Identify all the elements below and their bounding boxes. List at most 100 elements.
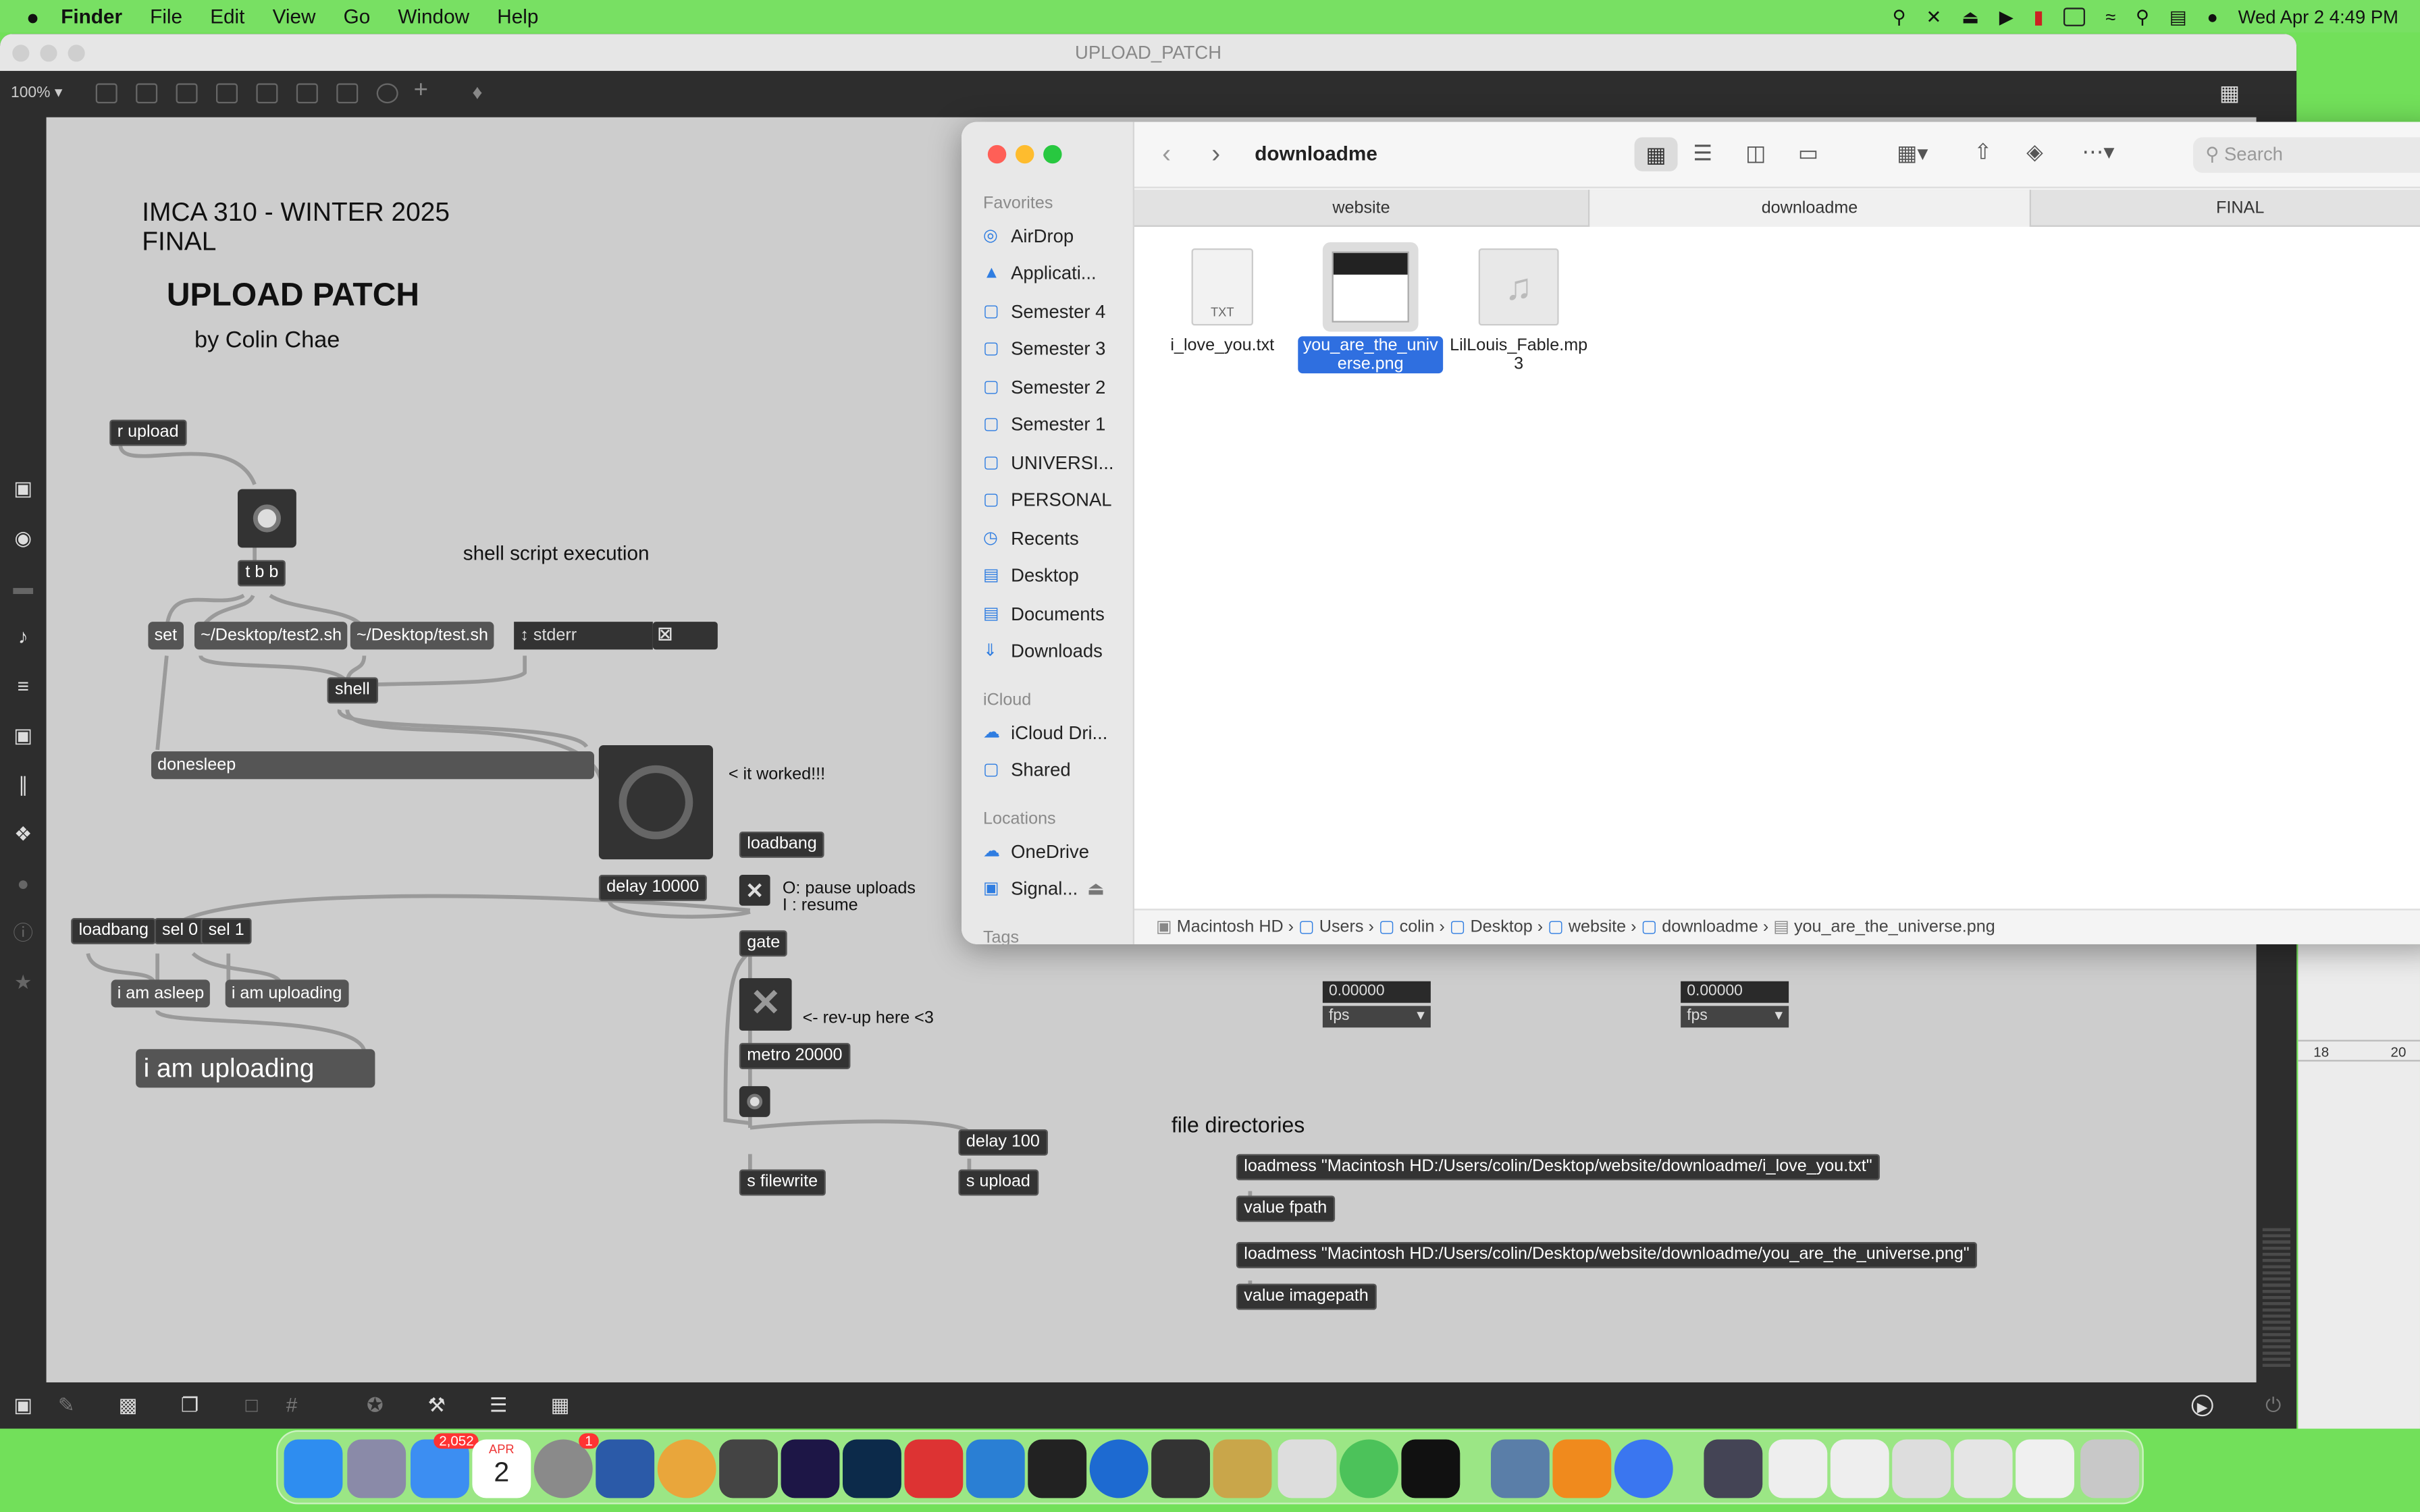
paint-icon[interactable]: ♦ [472, 80, 482, 103]
msg-i-am-uploading[interactable]: i am uploading [225, 979, 348, 1008]
group-icon[interactable]: ▦▾ [1897, 140, 1928, 167]
sliders-icon[interactable]: ≡ [12, 675, 34, 697]
path-item[interactable]: website [1569, 918, 1626, 936]
dock-window-thumb[interactable] [1704, 1439, 1763, 1498]
obj-sel-0[interactable]: sel 0 [154, 917, 206, 944]
flask-icon[interactable]: ⚲ [1893, 5, 1906, 27]
number-box[interactable]: 0.00000 [1681, 981, 1789, 1003]
sidebar-item-applications[interactable]: ▲ Applicati... [983, 263, 1097, 284]
grid-icon[interactable]: ▦ [2219, 80, 2240, 107]
windows-icon[interactable]: ❐ [179, 1394, 201, 1416]
sidebar-item-icloud-drive[interactable]: ☁ iCloud Dri... [983, 722, 1107, 744]
target-icon[interactable]: ◉ [12, 527, 34, 549]
tag-icon[interactable]: ◈ [2026, 139, 2043, 165]
presentation-icon[interactable]: ▩ [117, 1394, 139, 1416]
file-item-selected[interactable]: you_are_the_univ erse.png [1296, 242, 1444, 374]
dock-zotero-icon[interactable] [904, 1439, 964, 1498]
obj-r-upload[interactable]: r upload [109, 419, 187, 446]
mute-icon[interactable]: ✕ [1926, 5, 1941, 27]
sidebar-item-semester-1[interactable]: ▢ Semester 1 [983, 414, 1105, 435]
share-icon[interactable]: ⇧ [1974, 139, 1992, 165]
obj-delay-10000[interactable]: delay 10000 [598, 874, 707, 901]
tab-final[interactable]: FINAL [2031, 190, 2420, 227]
toggle-stderr[interactable]: ☒ [652, 622, 718, 650]
big-bang-indicator[interactable] [598, 745, 713, 860]
dock-textedit-icon[interactable] [1278, 1439, 1337, 1498]
fps-menu[interactable]: fps ▾ [1681, 1006, 1789, 1028]
tool-icon[interactable] [176, 83, 198, 104]
dock-audacity-icon[interactable] [1089, 1439, 1149, 1498]
tool-icon[interactable] [256, 83, 278, 104]
dock-chrome-icon[interactable] [657, 1439, 716, 1498]
grid-icon[interactable]: # [281, 1394, 302, 1416]
zoom-menu[interactable]: 100% ▾ [11, 85, 62, 102]
dock-unity-icon[interactable] [1028, 1439, 1087, 1498]
tool-icon[interactable] [296, 83, 318, 104]
msg-test2[interactable]: ~/Desktop/test2.sh [194, 622, 348, 650]
audio-play-icon[interactable]: ▶ [2191, 1395, 2213, 1417]
sidebar-item-personal[interactable]: ▢ PERSONAL [983, 489, 1112, 511]
lock-icon[interactable]: ▣ [12, 1394, 34, 1416]
dock-finder-icon[interactable] [284, 1439, 343, 1498]
dock-photoshop-icon[interactable] [842, 1439, 901, 1498]
sidebar-item-signal[interactable]: ▣ Signal... ⏏ [983, 878, 1105, 900]
msg-i-am-asleep[interactable]: i am asleep [111, 979, 211, 1008]
menu-go[interactable]: Go [344, 5, 371, 28]
obj-loadbang-gate[interactable]: loadbang [739, 831, 825, 858]
path-item[interactable]: you_are_the_universe.png [1794, 918, 1995, 936]
umenu-stderr[interactable]: ↕ stderr [514, 622, 653, 650]
sidebar-item-university[interactable]: ▢ UNIVERSI... [983, 452, 1114, 474]
plugin-icon[interactable]: ● [12, 873, 34, 895]
obj-value-fpath[interactable]: value fpath [1236, 1195, 1335, 1222]
dock-calendar-icon[interactable]: APR 2 [472, 1439, 531, 1498]
column-view-icon[interactable]: ◫ [1745, 140, 1766, 167]
sidebar-item-airdrop[interactable]: ◎ AirDrop [983, 225, 1074, 247]
cube-icon[interactable]: ▣ [12, 477, 34, 500]
image-icon[interactable]: ▣ [12, 724, 34, 747]
control-center-icon[interactable]: ▤ [2169, 5, 2187, 27]
clock-text[interactable]: Wed Apr 2 4:49 PM [2238, 5, 2398, 27]
dock-messages-icon[interactable] [1339, 1439, 1398, 1498]
bang-button[interactable] [237, 489, 296, 548]
obj-gate[interactable]: gate [739, 930, 788, 957]
flag-icon[interactable]: ▮ [2034, 5, 2044, 27]
list-view-icon[interactable]: ☰ [1693, 140, 1712, 167]
obj-s-upload[interactable]: s upload [958, 1169, 1038, 1196]
number-box[interactable]: 0.00000 [1322, 981, 1431, 1003]
dock-settings-icon[interactable]: 1 [533, 1433, 599, 1498]
apple-icon[interactable]: ● [26, 4, 39, 29]
menu-app-name[interactable]: Finder [61, 5, 122, 28]
zoom-button[interactable] [1043, 144, 1062, 164]
paperclip-icon[interactable]: ∥ [12, 774, 34, 796]
sidebar-item-onedrive[interactable]: ☁ OneDrive [983, 841, 1089, 863]
finder-content[interactable]: TXT i_love_you.txt you_are_the_univ erse.… [1134, 226, 2420, 909]
plus-icon[interactable]: + [414, 77, 428, 105]
sidebar-item-semester-2[interactable]: ▢ Semester 2 [983, 377, 1105, 398]
dock-window-thumb[interactable] [1768, 1439, 1828, 1498]
dock-vlc-icon[interactable] [1552, 1439, 1612, 1498]
tool-icon[interactable] [95, 83, 117, 104]
wrench-icon[interactable]: ⚒ [426, 1394, 448, 1416]
dock-premiere-icon[interactable] [781, 1439, 840, 1498]
dock-window-thumb[interactable] [1892, 1439, 1951, 1498]
menu-file[interactable]: File [150, 5, 182, 28]
menu-view[interactable]: View [273, 5, 316, 28]
dock-max-icon[interactable] [719, 1439, 778, 1498]
obj-s-filewrite[interactable]: s filewrite [739, 1169, 826, 1196]
path-item[interactable]: Macintosh HD [1177, 918, 1284, 936]
dock-cocktail-icon[interactable] [1213, 1439, 1272, 1498]
sidebar-item-downloads[interactable]: ⇓ Downloads [983, 641, 1103, 662]
forward-icon[interactable]: › [1211, 139, 1220, 170]
play-icon[interactable]: ▶ [1999, 5, 2014, 27]
tool-icon[interactable] [136, 83, 158, 104]
msg-set[interactable]: set [148, 622, 184, 650]
tab-website[interactable]: website [1134, 190, 1590, 227]
sidebar-item-documents[interactable]: ▤ Documents [983, 603, 1105, 625]
obj-shell[interactable]: shell [327, 677, 378, 704]
search-icon[interactable]: ⚲ [2136, 5, 2149, 27]
battery-icon[interactable] [2063, 7, 2086, 26]
obj-tbb[interactable]: t b b [237, 560, 286, 587]
obj-delay-100[interactable]: delay 100 [958, 1129, 1048, 1156]
keyboard-icon[interactable]: ▦ [550, 1394, 571, 1416]
gallery-view-icon[interactable]: ▭ [1798, 140, 1818, 167]
